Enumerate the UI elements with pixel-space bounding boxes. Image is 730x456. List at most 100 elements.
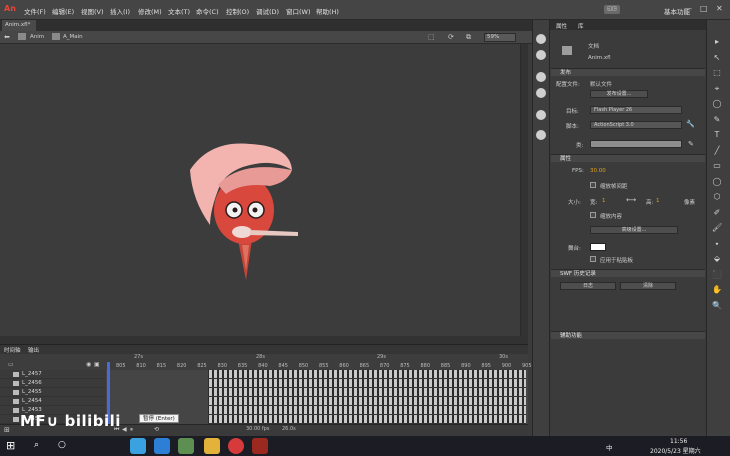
menu-edit[interactable]: 编辑(E) bbox=[52, 6, 74, 16]
pause-icon[interactable]: ⏸ bbox=[130, 426, 133, 434]
zoom-tool-icon[interactable]: 🔍 bbox=[712, 301, 722, 310]
menu-file[interactable]: 文件(F) bbox=[24, 6, 46, 16]
menu-control[interactable]: 控制(O) bbox=[226, 6, 249, 16]
width-value[interactable]: 1 bbox=[602, 198, 606, 204]
brush-tool-icon[interactable]: 🖌 bbox=[712, 224, 722, 232]
fps-readout[interactable]: 30.00 fps bbox=[246, 426, 269, 432]
document-tab[interactable]: Anim.xfl* bbox=[2, 20, 36, 31]
stage-color-swatch[interactable] bbox=[590, 243, 606, 251]
ime-language[interactable]: 中 bbox=[606, 442, 613, 452]
loop-icon[interactable]: ⟲ bbox=[154, 426, 159, 433]
windows-app-icon[interactable] bbox=[154, 438, 170, 454]
section-publish[interactable]: 发布 bbox=[551, 68, 705, 76]
menu-text[interactable]: 文本(T) bbox=[168, 6, 190, 16]
section-properties[interactable]: 属性 bbox=[551, 154, 705, 162]
start-icon[interactable]: ⊞ bbox=[6, 439, 15, 452]
menu-debug[interactable]: 调试(D) bbox=[256, 6, 279, 16]
wrench-icon[interactable]: 🔧 bbox=[686, 120, 695, 128]
line-tool-icon[interactable]: ╱ bbox=[712, 146, 722, 155]
height-value[interactable]: 1 bbox=[656, 198, 660, 204]
turban-character-drawing[interactable] bbox=[170, 130, 320, 300]
keyframe-row[interactable] bbox=[208, 406, 526, 415]
tab-output[interactable]: 输出 bbox=[28, 346, 39, 354]
advanced-settings-button[interactable]: 高级设置... bbox=[590, 226, 678, 234]
publish-settings-button[interactable]: 发布设置... bbox=[590, 90, 648, 98]
search-icon[interactable]: ⌕ bbox=[34, 440, 39, 450]
maximize-button[interactable]: □ bbox=[700, 4, 708, 13]
hand-tool-icon[interactable]: ✋ bbox=[712, 286, 722, 294]
scale-content-checkbox[interactable] bbox=[590, 212, 596, 218]
pencil-tool-icon[interactable]: ✐ bbox=[712, 208, 722, 217]
selection-tool-icon[interactable]: ▸ bbox=[712, 38, 722, 46]
horizontal-scrollbar[interactable] bbox=[0, 336, 528, 344]
tab-library[interactable]: 库 bbox=[578, 22, 584, 30]
color-icon[interactable] bbox=[536, 34, 546, 44]
menu-window[interactable]: 窗口(W) bbox=[286, 6, 311, 16]
transform-icon[interactable] bbox=[536, 88, 546, 98]
rotate-icon[interactable]: ⟳ bbox=[448, 33, 454, 41]
minimize-button[interactable]: — bbox=[684, 4, 692, 13]
log-button[interactable]: 日志 bbox=[560, 282, 616, 290]
scale-spans-checkbox[interactable] bbox=[590, 182, 596, 188]
pencil-icon[interactable]: ✎ bbox=[688, 140, 694, 148]
lasso-tool-icon[interactable]: ◯ bbox=[712, 100, 722, 108]
clock-date[interactable]: 2020/5/23 星期六 bbox=[650, 446, 701, 455]
animate-taskbar-icon[interactable] bbox=[252, 438, 268, 454]
keyframe-row[interactable] bbox=[208, 397, 526, 406]
chrome-icon[interactable] bbox=[130, 438, 146, 454]
fps-value[interactable]: 30.00 bbox=[590, 168, 606, 174]
record-icon[interactable] bbox=[228, 438, 244, 454]
folder-icon[interactable] bbox=[204, 438, 220, 454]
close-button[interactable]: ✕ bbox=[716, 4, 723, 13]
tab-timeline[interactable]: 时间轴 bbox=[4, 346, 21, 354]
paint-bucket-tool-icon[interactable]: ⬛ bbox=[712, 270, 722, 279]
section-accessibility[interactable]: 辅助功能 bbox=[551, 331, 705, 339]
keyframe-row[interactable] bbox=[208, 379, 526, 388]
align-icon[interactable] bbox=[536, 72, 546, 82]
target-select[interactable]: Flash Player 26 bbox=[590, 106, 682, 114]
oval-tool-icon[interactable]: ◯ bbox=[712, 177, 722, 186]
swatches-icon[interactable] bbox=[536, 50, 546, 60]
polystar-tool-icon[interactable]: ⬡ bbox=[712, 193, 722, 201]
clear-button[interactable]: 清除 bbox=[620, 282, 676, 290]
section-swf-history[interactable]: SWF 历史记录 bbox=[551, 269, 705, 277]
clip-icon[interactable]: ⬚ bbox=[428, 33, 435, 41]
link-icon[interactable]: ⟷ bbox=[626, 196, 636, 204]
tab-properties[interactable]: 属性 bbox=[556, 22, 567, 30]
zoom-input[interactable]: 59% bbox=[484, 33, 516, 42]
vertical-scrollbar[interactable] bbox=[520, 44, 528, 336]
keyframe-row[interactable] bbox=[208, 415, 526, 424]
cortana-icon[interactable]: ○ bbox=[58, 440, 66, 450]
lock-icon[interactable]: ▣ bbox=[94, 361, 100, 368]
menu-insert[interactable]: 插入(I) bbox=[110, 6, 130, 16]
keyframe-row[interactable] bbox=[208, 370, 526, 379]
menu-help[interactable]: 帮助(H) bbox=[316, 6, 339, 16]
edit-symbol-icon[interactable]: ⧉ bbox=[466, 33, 471, 42]
layer-options-icon[interactable]: ▭ bbox=[8, 361, 14, 368]
eye-icon[interactable]: ◉ bbox=[86, 361, 91, 368]
info-icon[interactable] bbox=[536, 130, 546, 140]
text-tool-icon[interactable]: T bbox=[712, 131, 722, 139]
pen-tool-icon[interactable]: ✎ bbox=[712, 115, 722, 124]
step-back-icon[interactable]: ◀ bbox=[122, 426, 127, 433]
new-layer-icon[interactable]: ⊞ bbox=[4, 426, 10, 434]
menu-commands[interactable]: 命令(C) bbox=[196, 6, 219, 16]
3d-rotation-tool-icon[interactable]: ⌖ bbox=[712, 84, 722, 93]
back-arrow-icon[interactable]: ⬅ bbox=[4, 33, 10, 41]
breadcrumb-symbol[interactable]: A_Main bbox=[63, 34, 83, 40]
workspace-switch-icon[interactable]: ◱◳ bbox=[604, 5, 620, 14]
apply-pasteboard-checkbox[interactable] bbox=[590, 256, 596, 262]
class-input[interactable] bbox=[590, 140, 682, 148]
menu-view[interactable]: 视图(V) bbox=[81, 6, 104, 16]
code-snippets-icon[interactable] bbox=[536, 110, 546, 120]
clock-time[interactable]: 11:56 bbox=[670, 438, 687, 445]
menu-modify[interactable]: 修改(M) bbox=[138, 6, 162, 16]
bone-tool-icon[interactable]: ⬙ bbox=[712, 255, 722, 263]
paint-brush-tool-icon[interactable]: ⬩ bbox=[712, 239, 722, 248]
media-app-icon[interactable] bbox=[178, 438, 194, 454]
free-transform-tool-icon[interactable]: ⬚ bbox=[712, 69, 722, 77]
script-select[interactable]: ActionScript 3.0 bbox=[590, 121, 682, 129]
keyframe-row[interactable] bbox=[208, 388, 526, 397]
rectangle-tool-icon[interactable]: ▭ bbox=[712, 162, 722, 170]
subselection-tool-icon[interactable]: ↖ bbox=[712, 53, 722, 62]
